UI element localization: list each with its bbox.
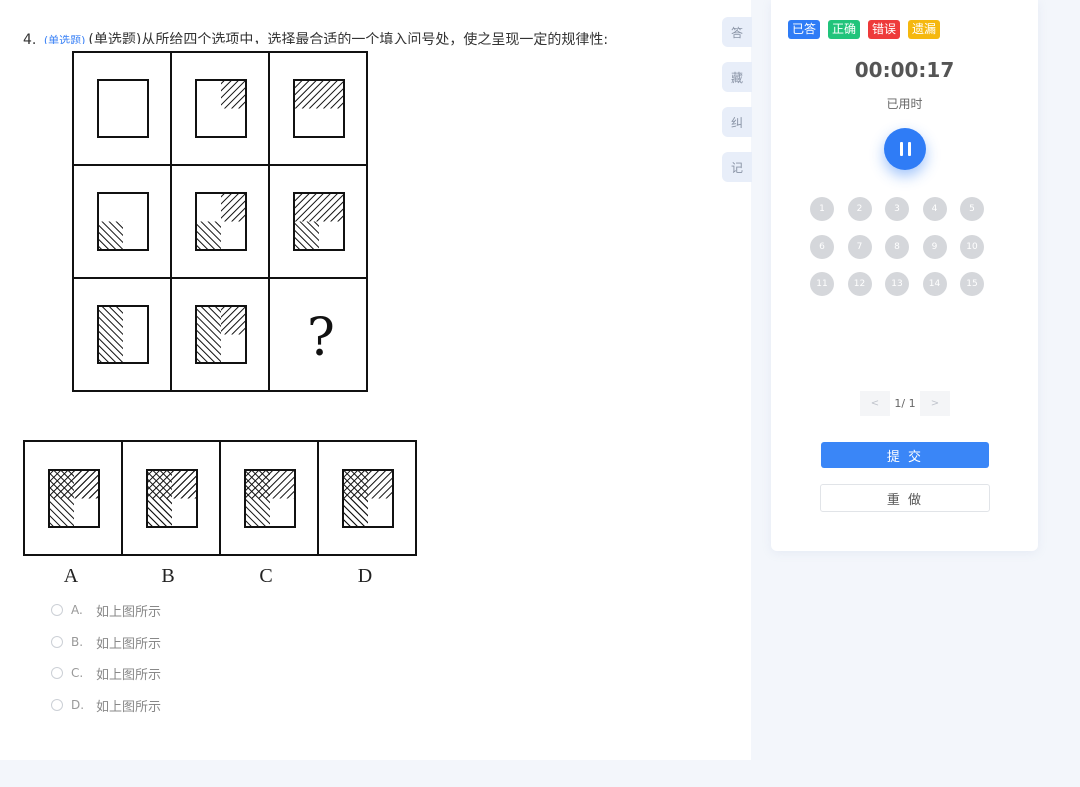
option-c-text: 如上图所示 bbox=[96, 667, 162, 683]
question-number-14[interactable]: 14 bbox=[922, 272, 947, 296]
question-number-6[interactable]: 6 bbox=[810, 234, 834, 259]
prev-page-button[interactable]: < bbox=[860, 391, 890, 416]
question-number-8[interactable]: 8 bbox=[885, 234, 909, 259]
next-page-button[interactable]: > bbox=[920, 391, 950, 416]
question-number-2[interactable]: 2 bbox=[847, 197, 872, 221]
option-label-d: D bbox=[358, 565, 372, 587]
question-number-9[interactable]: 9 bbox=[922, 234, 947, 259]
side-tab-notes[interactable]: 记 bbox=[722, 152, 752, 182]
question-number-5[interactable]: 5 bbox=[960, 197, 984, 221]
option-b-letter: B. bbox=[71, 635, 84, 649]
option-label-c: C bbox=[259, 565, 272, 587]
option-b-text: 如上图所示 bbox=[96, 636, 162, 652]
pause-icon bbox=[899, 142, 903, 156]
status-legend: 已答 正确 错误 遗漏 bbox=[788, 20, 941, 39]
option-d-radio[interactable] bbox=[51, 699, 63, 711]
question-figure: ? A B C D bbox=[0, 44, 420, 587]
page-indicator: 1/ 1 bbox=[894, 397, 916, 410]
question-number-1[interactable]: 1 bbox=[810, 197, 834, 221]
pagination: < 1/ 1 > bbox=[860, 391, 950, 416]
option-label-b: B bbox=[161, 565, 174, 587]
option-c[interactable]: C. 如上图所示 bbox=[51, 663, 161, 683]
option-d-letter: D. bbox=[71, 698, 85, 712]
submit-button[interactable]: 提 交 bbox=[821, 442, 989, 468]
question-number-13[interactable]: 13 bbox=[885, 272, 909, 296]
question-number-3[interactable]: 3 bbox=[885, 197, 909, 221]
option-b[interactable]: B. 如上图所示 bbox=[51, 632, 161, 652]
option-c-radio[interactable] bbox=[51, 667, 63, 679]
option-c-letter: C. bbox=[71, 666, 84, 680]
answer-sheet-card: 已答 正确 错误 遗漏 00:00:17 已用时 1 2 3 4 5 6 7 8 9 10 11 12… bbox=[771, 0, 1038, 551]
question-number-12[interactable]: 12 bbox=[847, 272, 872, 296]
question-number-15[interactable]: 15 bbox=[960, 272, 984, 296]
option-d[interactable]: D. 如上图所示 bbox=[51, 695, 161, 715]
question-number-7[interactable]: 7 bbox=[847, 234, 872, 259]
option-d-text: 如上图所示 bbox=[96, 699, 162, 715]
option-a[interactable]: A. 如上图所示 bbox=[51, 600, 161, 620]
legend-wrong: 错误 bbox=[868, 20, 901, 39]
question-number-11[interactable]: 11 bbox=[810, 272, 834, 296]
timer: 00:00:17 bbox=[854, 58, 955, 82]
option-label-a: A bbox=[64, 565, 79, 587]
side-tab-correction[interactable]: 纠 bbox=[722, 107, 752, 137]
redo-button[interactable]: 重 做 bbox=[820, 484, 990, 512]
legend-missed: 遗漏 bbox=[908, 20, 941, 39]
option-a-radio[interactable] bbox=[51, 604, 63, 616]
legend-correct: 正确 bbox=[828, 20, 861, 39]
side-tab-answer[interactable]: 答 bbox=[722, 17, 752, 47]
question-number-4[interactable]: 4 bbox=[922, 197, 947, 221]
option-b-radio[interactable] bbox=[51, 636, 63, 648]
legend-answered: 已答 bbox=[788, 20, 821, 39]
question-panel: 4. (单选题) (单选题)从所给四个选项中，选择最合适的一个填入问号处，使之呈现… bbox=[0, 0, 751, 760]
timer-label: 已用时 bbox=[886, 97, 923, 111]
question-mark: ? bbox=[307, 308, 335, 368]
pause-button[interactable] bbox=[884, 128, 926, 170]
question-number-10[interactable]: 10 bbox=[960, 234, 984, 259]
option-a-letter: A. bbox=[71, 603, 83, 617]
option-a-text: 如上图所示 bbox=[96, 604, 162, 620]
side-tab-favorite[interactable]: 藏 bbox=[722, 62, 752, 92]
